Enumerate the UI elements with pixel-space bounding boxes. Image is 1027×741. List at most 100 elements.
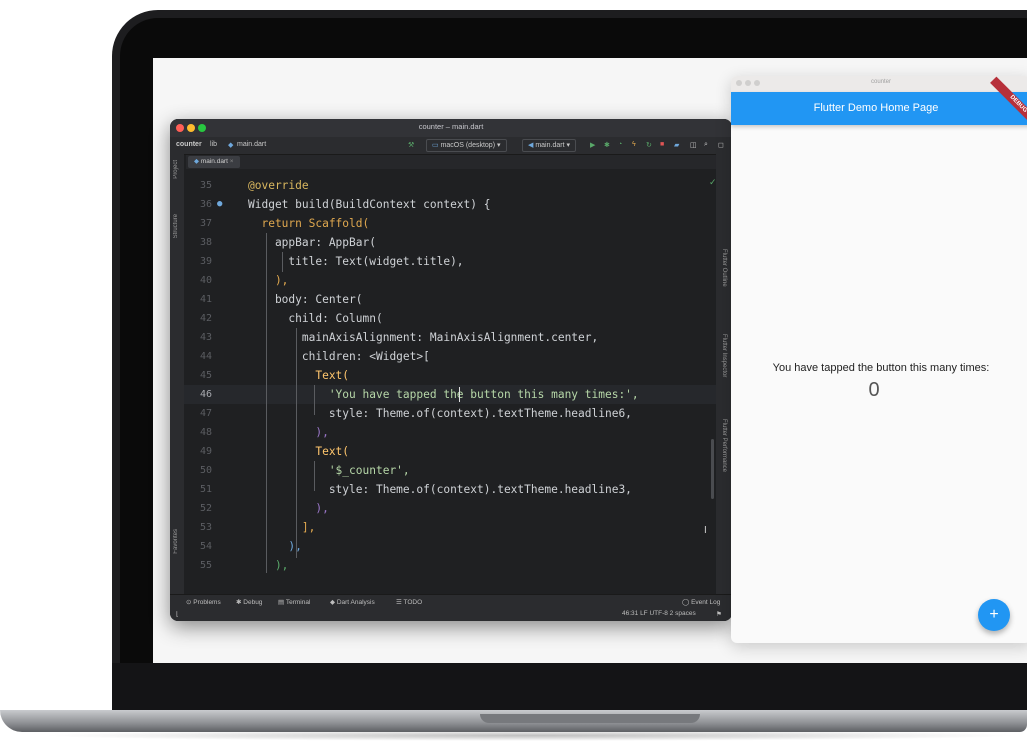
indent-guide [282,252,283,272]
tool-structure[interactable]: Structure [173,214,179,238]
counter-value: 0 [868,379,880,401]
layout-icon[interactable]: ◫ [690,141,697,149]
code-text: appBar: AppBar( [248,236,376,249]
editor-tabbar: ◆ main.dart × [186,155,716,169]
code-line-current: 46 'You have tapped the button this many… [184,385,716,404]
code-line: 35 @override [184,176,716,195]
plus-icon: + [989,606,999,623]
code-line: 40 ), [184,271,716,290]
code-line: 37 return Scaffold( [184,214,716,233]
chevron-down-icon: ▾ [495,142,501,149]
project-breadcrumb[interactable]: counter [176,141,202,148]
tool-problems[interactable]: ⊙ Problems [186,598,221,606]
tool-flutter-performance[interactable]: Flutter Performance [721,419,727,472]
window-icon[interactable]: ◻ [718,141,724,149]
bottom-tool-bar: ⊙ Problems ✱ Debug ▤ Terminal ◆ Dart Ana… [170,594,732,609]
dart-file-icon: ◆ [228,142,234,149]
run-config-selector[interactable]: ◀ main.dart ▾ [522,139,576,152]
ide-window-title: counter – main.dart [418,122,484,131]
tool-flutter-outline[interactable]: Flutter Outline [721,249,727,287]
debug-icon[interactable]: ✱ [604,141,610,149]
code-text: child: Column( [248,312,383,325]
line-number: 36 [199,199,212,210]
hot-reload-icon[interactable]: ϟ [632,141,636,148]
stop-icon[interactable]: ■ [660,141,664,148]
dart-file-icon: ◆ [194,158,201,165]
run-config-label: main.dart [535,142,565,149]
text-caret [459,387,460,402]
code-text: mainAxisAlignment: MainAxisAlignment.cen… [248,331,599,344]
profile-icon[interactable]: ◔ [618,141,622,148]
device-selector[interactable]: ▭ macOS (desktop) ▾ [426,139,507,152]
event-log-icon: ◯ [682,599,692,606]
tab-label: main.dart [200,158,228,165]
editor-scrollbar[interactable] [711,439,714,499]
run-icon[interactable]: ▶ [590,141,595,149]
code-line: 51 style: Theme.of(context).textTheme.he… [184,480,716,499]
chevron-down-icon: ▾ [564,142,570,149]
code-text: children: <Widget>[ [248,350,430,363]
code-line: 55 ), [184,556,716,575]
code-text: Text( [248,445,350,458]
code-line: 52 ), [184,499,716,518]
code-line: 53 ], [184,518,716,537]
line-number: 53 [199,522,212,533]
line-number: 45 [199,370,212,381]
code-text: style: Theme.of(context).textTheme.headl… [248,407,632,420]
list-icon: ☰ [396,599,404,606]
hammer-icon[interactable]: ⚒ [408,141,414,149]
code-text: Widget build(BuildContext context) { [248,198,491,211]
devtools-icon[interactable]: ▰ [674,141,679,149]
tool-label: Event Log [691,599,721,606]
line-number: 43 [199,332,212,343]
line-number: 47 [199,408,212,419]
code-line: 39 title: Text(widget.title), [184,252,716,271]
tool-todo[interactable]: ☰ TODO [396,598,422,606]
flutter-app-window: counter Flutter Demo Home Page DEBUG You… [731,76,1027,643]
device-selector-label: macOS (desktop) [440,142,496,149]
code-text: 'You have tapped the button this many ti… [248,388,639,401]
line-number: 35 [199,180,212,191]
ide-titlebar: counter – main.dart [170,119,732,137]
search-icon[interactable]: ⌕ [704,141,708,149]
folder-breadcrumb[interactable]: lib [210,141,217,148]
tool-terminal[interactable]: ▤ Terminal [278,598,310,606]
tool-label: Dart Analysis [336,599,375,606]
code-line: 38 appBar: AppBar( [184,233,716,252]
terminal-icon: ▤ [278,599,286,606]
hot-restart-icon[interactable]: ↻ [646,141,652,149]
override-gutter-icon[interactable]: ● [217,195,222,214]
tool-favorites[interactable]: Favorites [173,529,179,554]
laptop-chin [112,663,1027,713]
right-tool-stripe: Flutter Outline Flutter Inspector Flutte… [716,154,732,594]
tool-event-log[interactable]: ◯ Event Log [682,598,720,606]
tool-dart-analysis[interactable]: ◆ Dart Analysis [330,598,375,606]
line-number: 38 [199,237,212,248]
check-icon: ✓ [709,177,716,187]
laptop-notch [480,714,700,723]
tool-project[interactable]: Project [173,160,179,179]
increment-button[interactable]: + [978,599,1010,631]
lock-icon[interactable]: ⚑ [716,610,722,618]
close-tab-icon[interactable]: × [228,158,234,165]
status-info[interactable]: 46:31 LF UTF-8 2 spaces [622,610,696,617]
line-number: 55 [199,560,212,571]
code-text: ), [248,426,329,439]
line-number: 42 [199,313,212,324]
code-text: ), [248,274,289,287]
tool-debug[interactable]: ✱ Debug [236,598,262,606]
code-text: ), [248,559,289,572]
line-number: 54 [199,541,212,552]
code-line: 54 ), [184,537,716,556]
file-breadcrumb[interactable]: main.dart [237,141,266,148]
indent-guide [296,328,297,558]
code-editor[interactable]: 35 @override 36 ● Widget build(BuildContext… [184,169,716,594]
status-bar-toggle-icon[interactable]: ⌊ [176,610,179,618]
tool-flutter-inspector[interactable]: Flutter Inspector [721,334,727,377]
code-line: 36 ● Widget build(BuildContext context) { [184,195,716,214]
line-number: 52 [199,503,212,514]
tool-label: TODO [403,599,423,606]
ide-window: counter – main.dart counter lib ◆ main.d… [170,119,732,621]
line-number: 44 [199,351,212,362]
tab-main-dart[interactable]: ◆ main.dart × [188,156,240,168]
